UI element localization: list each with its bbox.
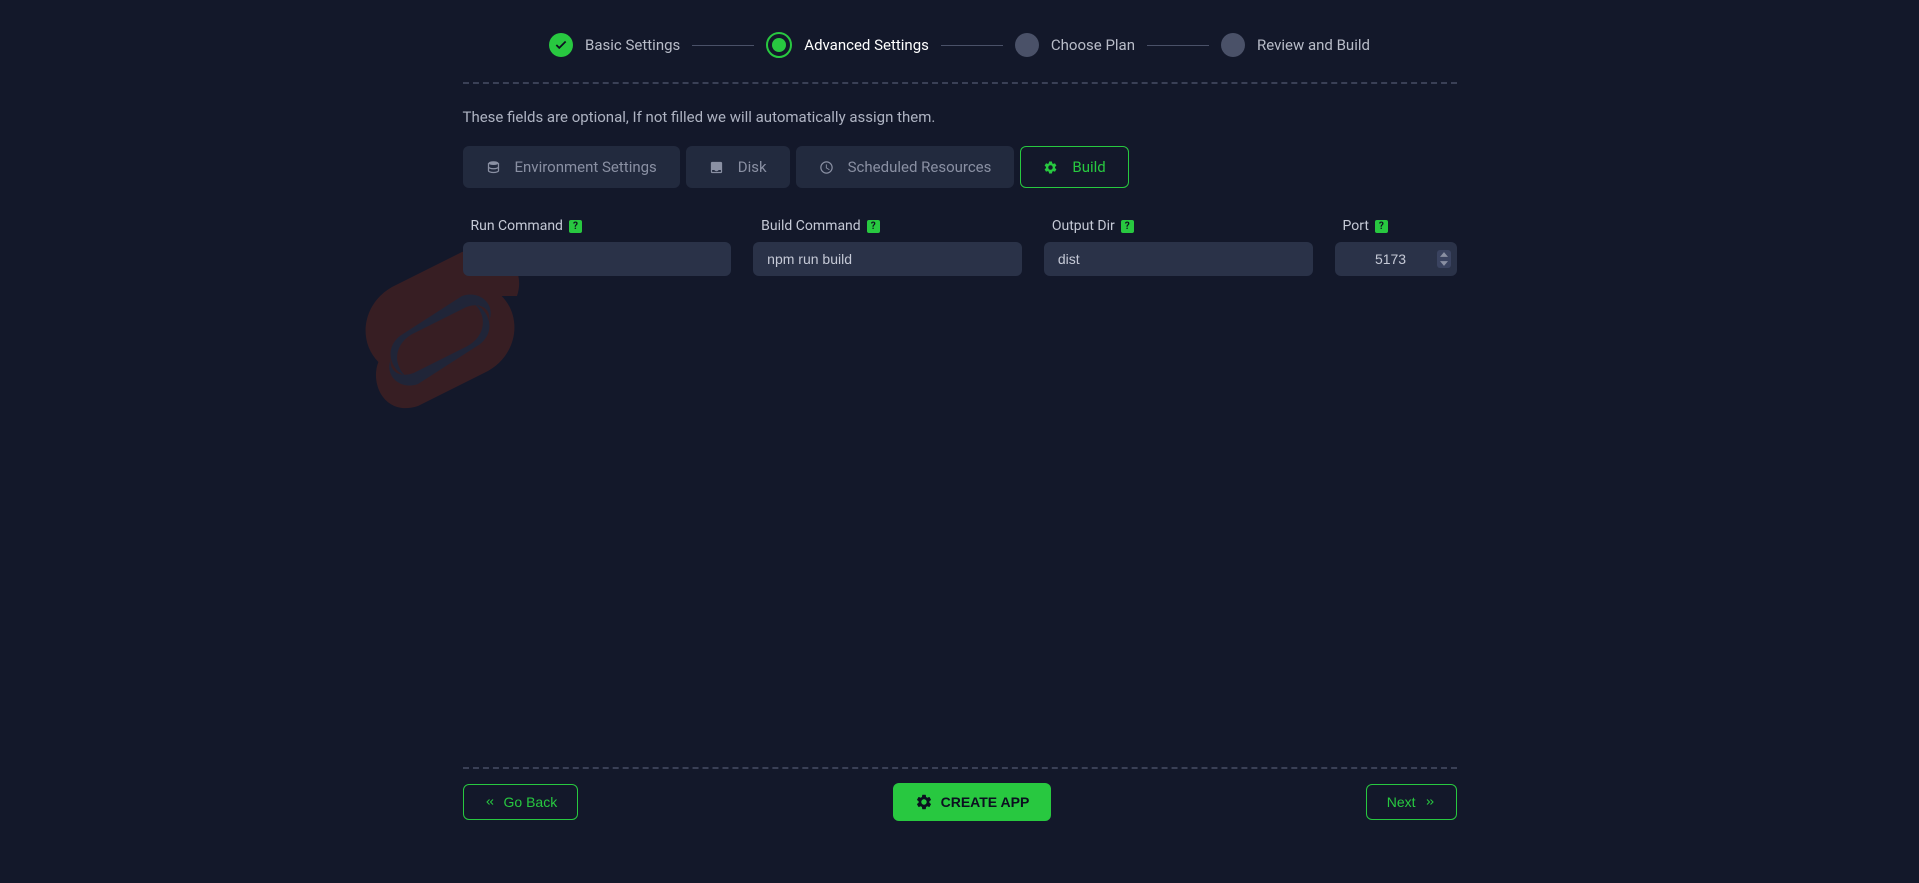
tab-build[interactable]: Build: [1020, 146, 1128, 188]
help-icon[interactable]: ?: [1375, 220, 1388, 233]
button-label: CREATE APP: [941, 794, 1030, 810]
field-label-text: Build Command: [761, 218, 861, 234]
next-button[interactable]: Next: [1366, 784, 1457, 820]
info-text: These fields are optional, If not filled…: [463, 108, 1457, 126]
clock-icon: [819, 160, 834, 175]
step-label: Basic Settings: [585, 36, 680, 54]
stepper-up-icon[interactable]: [1437, 250, 1451, 259]
database-icon: [486, 160, 501, 175]
button-label: Go Back: [504, 794, 558, 810]
build-fields: Run Command ? Build Command ? Output Dir…: [463, 218, 1457, 276]
step-connector: [941, 45, 1003, 46]
step-advanced-settings[interactable]: Advanced Settings: [766, 32, 929, 58]
step-label: Choose Plan: [1051, 36, 1135, 54]
wizard-stepper: Basic Settings Advanced Settings Choose …: [320, 32, 1600, 58]
tab-label: Scheduled Resources: [848, 158, 992, 176]
build-command-input[interactable]: [753, 242, 1022, 276]
go-back-button[interactable]: Go Back: [463, 784, 579, 820]
help-icon[interactable]: ?: [867, 220, 880, 233]
divider: [463, 82, 1457, 84]
gear-icon: [1043, 160, 1058, 175]
field-label-text: Output Dir: [1052, 218, 1115, 234]
gear-icon: [915, 793, 933, 811]
field-run-command: Run Command ?: [463, 218, 732, 276]
chevrons-left-icon: [484, 796, 496, 808]
inbox-icon: [709, 160, 724, 175]
tab-scheduled-resources[interactable]: Scheduled Resources: [796, 146, 1015, 188]
step-review-build[interactable]: Review and Build: [1221, 33, 1370, 57]
step-label: Review and Build: [1257, 36, 1370, 54]
tab-label: Environment Settings: [515, 158, 657, 176]
create-app-button[interactable]: CREATE APP: [893, 783, 1052, 821]
run-command-input[interactable]: [463, 242, 732, 276]
step-choose-plan[interactable]: Choose Plan: [1015, 33, 1135, 57]
field-output-dir: Output Dir ?: [1044, 218, 1313, 276]
settings-tabs: Environment Settings Disk Scheduled Reso…: [463, 146, 1457, 188]
step-label: Advanced Settings: [804, 36, 929, 54]
step-connector: [692, 45, 754, 46]
check-icon: [549, 33, 573, 57]
pending-step-icon: [1221, 33, 1245, 57]
step-connector: [1147, 45, 1209, 46]
help-icon[interactable]: ?: [569, 220, 582, 233]
stepper-down-icon[interactable]: [1437, 259, 1451, 268]
active-step-icon: [766, 32, 792, 58]
pending-step-icon: [1015, 33, 1039, 57]
button-label: Next: [1387, 794, 1416, 810]
tab-label: Disk: [738, 158, 767, 176]
help-icon[interactable]: ?: [1121, 220, 1134, 233]
field-port: Port ?: [1335, 218, 1457, 276]
step-basic-settings[interactable]: Basic Settings: [549, 33, 680, 57]
footer-navigation: Go Back CREATE APP Next: [463, 783, 1457, 821]
field-build-command: Build Command ?: [753, 218, 1022, 276]
tab-environment-settings[interactable]: Environment Settings: [463, 146, 680, 188]
field-label-text: Run Command: [471, 218, 563, 234]
divider: [463, 767, 1457, 769]
tab-label: Build: [1072, 158, 1105, 176]
port-stepper: [1437, 250, 1451, 268]
tab-disk[interactable]: Disk: [686, 146, 790, 188]
chevrons-right-icon: [1424, 796, 1436, 808]
field-label-text: Port: [1343, 218, 1369, 234]
output-dir-input[interactable]: [1044, 242, 1313, 276]
